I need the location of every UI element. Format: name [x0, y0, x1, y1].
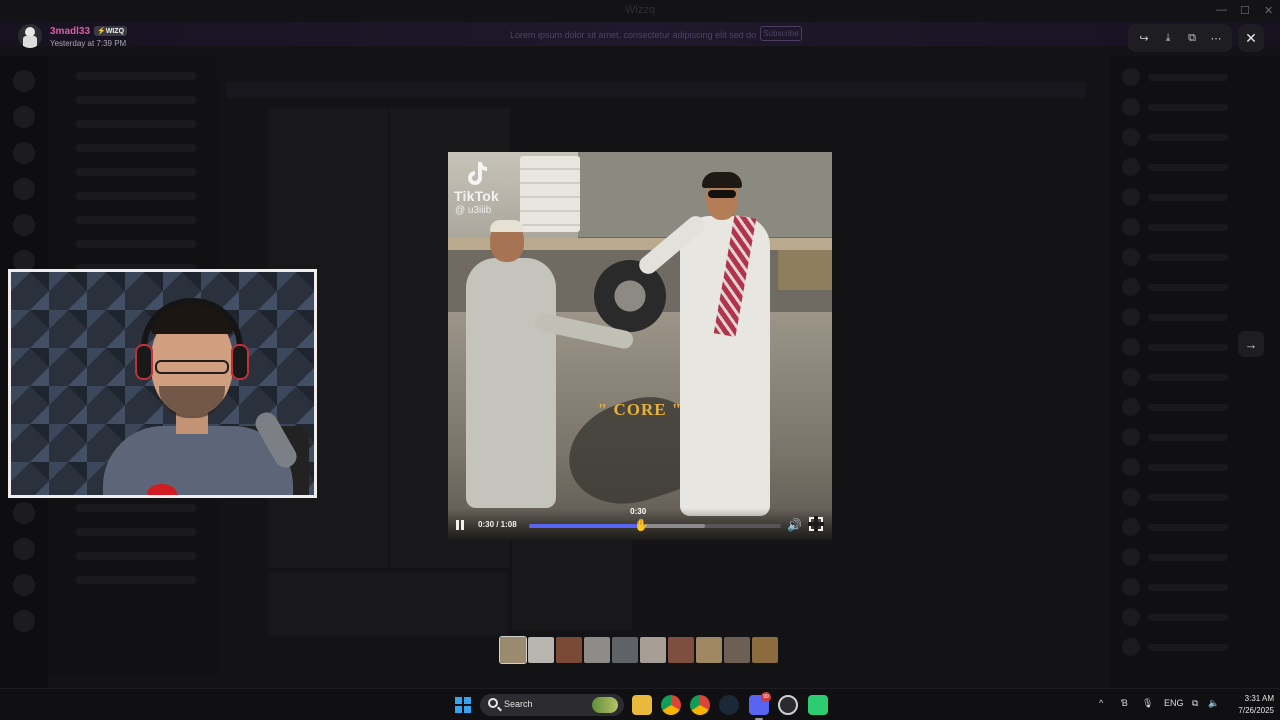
taskbar-search[interactable]: Search — [480, 694, 624, 716]
tiktok-handle: @ u3iiib — [455, 205, 492, 216]
person-right — [635, 172, 790, 522]
media-thumbnail[interactable] — [556, 637, 582, 663]
next-media-button[interactable]: → — [1238, 331, 1264, 357]
tray-app-icon[interactable]: Ɓ — [1121, 698, 1128, 708]
media-thumbnail[interactable] — [612, 637, 638, 663]
chat-banner — [226, 82, 1086, 98]
clock-time: 3:31 AM — [1244, 694, 1274, 703]
seek-bar[interactable]: 0:30 ✋ — [529, 507, 781, 532]
discord-icon[interactable]: 99 — [749, 692, 771, 720]
volume-icon[interactable]: 🔊 — [787, 517, 803, 533]
person-left — [454, 220, 635, 522]
tiktok-brand: TikTok — [454, 188, 500, 204]
language-indicator[interactable]: ENG — [1164, 698, 1184, 708]
search-label: Search — [504, 699, 533, 709]
windows-start-icon[interactable] — [455, 697, 471, 713]
system-clock[interactable]: 3:31 AM 7/26/2025 — [1224, 693, 1274, 717]
media-thumbnail[interactable] — [499, 636, 527, 664]
search-highlight-icon — [592, 697, 618, 713]
media-thumbnail[interactable] — [752, 637, 778, 663]
file-explorer-icon[interactable] — [632, 695, 652, 715]
window-close-icon[interactable]: ✕ — [1264, 4, 1273, 17]
chat-media-tile — [268, 572, 508, 636]
promo-text: Lorem ipsum dolor sit amet, consectetur … — [510, 30, 757, 40]
maximize-icon[interactable]: ☐ — [1240, 4, 1250, 17]
network-icon[interactable]: ⧉ — [1192, 698, 1198, 709]
steam-icon[interactable] — [719, 695, 739, 715]
username[interactable]: 3madl33 — [50, 26, 90, 37]
promo-button[interactable]: Subscribe — [760, 26, 802, 41]
media-thumbnail[interactable] — [584, 637, 610, 663]
discord-badge: 99 — [761, 692, 771, 702]
search-icon — [488, 698, 498, 708]
terminal-icon[interactable] — [808, 695, 828, 715]
time-readout: 0:30 / 1:08 — [478, 520, 517, 529]
minimize-icon[interactable]: — — [1216, 4, 1227, 16]
tiktok-logo-icon — [468, 162, 487, 185]
headset-icon — [141, 298, 243, 368]
seek-tooltip: 0:30 — [630, 507, 647, 516]
tray-mic-icon[interactable]: 🎙 — [1142, 698, 1153, 709]
media-author[interactable]: 3madl33 ⚡WIZQ Yesterday at 7:39 PM — [18, 24, 128, 48]
window-title: Wizzq — [625, 4, 655, 16]
media-thumbnail[interactable] — [640, 637, 666, 663]
fullscreen-icon[interactable] — [808, 516, 824, 532]
media-thumbnail[interactable] — [696, 637, 722, 663]
video-controls: 0:30 / 1:08 0:30 ✋ 🔊 — [448, 507, 832, 540]
close-viewer-button[interactable]: ✕ — [1238, 24, 1264, 52]
chrome-icon[interactable] — [661, 695, 681, 715]
server-tag: ⚡WIZQ — [94, 26, 128, 36]
forward-icon[interactable]: ↪ — [1134, 28, 1154, 48]
open-external-icon[interactable]: ⧉ — [1182, 28, 1202, 48]
timestamp: Yesterday at 7:39 PM — [50, 39, 127, 48]
taskbar: Search 99 ^ Ɓ 🎙 ENG ⧉ 🔈 3:31 AM 7/26/202… — [0, 688, 1280, 720]
download-icon[interactable]: ⤓ — [1158, 28, 1178, 48]
webcam-overlay — [8, 269, 317, 498]
media-thumbnail[interactable] — [668, 637, 694, 663]
streamer — [69, 298, 309, 495]
hand-cursor-icon: ✋ — [634, 518, 650, 532]
viewer-actions: ↪ ⤓ ⧉ ⋯ — [1128, 24, 1232, 52]
chat-header — [218, 56, 1098, 78]
chat-media-tile — [512, 540, 632, 630]
more-icon[interactable]: ⋯ — [1206, 28, 1226, 48]
tray-chevron-icon[interactable]: ^ — [1099, 698, 1103, 708]
member-list — [1110, 56, 1280, 696]
chrome-profile-icon[interactable] — [690, 695, 710, 715]
speaker-icon[interactable]: 🔈 — [1208, 698, 1219, 709]
video-caption: " CORE " — [597, 400, 683, 419]
sacks — [520, 156, 580, 232]
seek-progress — [529, 524, 641, 528]
video-player[interactable]: TikTok @ u3iiib " CORE " 0:30 / 1:08 0:3… — [448, 152, 832, 540]
clock-date: 7/26/2025 — [1238, 706, 1274, 715]
media-thumbnail[interactable] — [724, 637, 750, 663]
media-thumbnails — [499, 636, 778, 664]
avatar[interactable] — [18, 24, 42, 48]
obs-icon[interactable] — [778, 695, 798, 715]
red-splash — [147, 484, 177, 495]
media-thumbnail[interactable] — [528, 637, 554, 663]
pause-icon[interactable] — [454, 519, 466, 531]
